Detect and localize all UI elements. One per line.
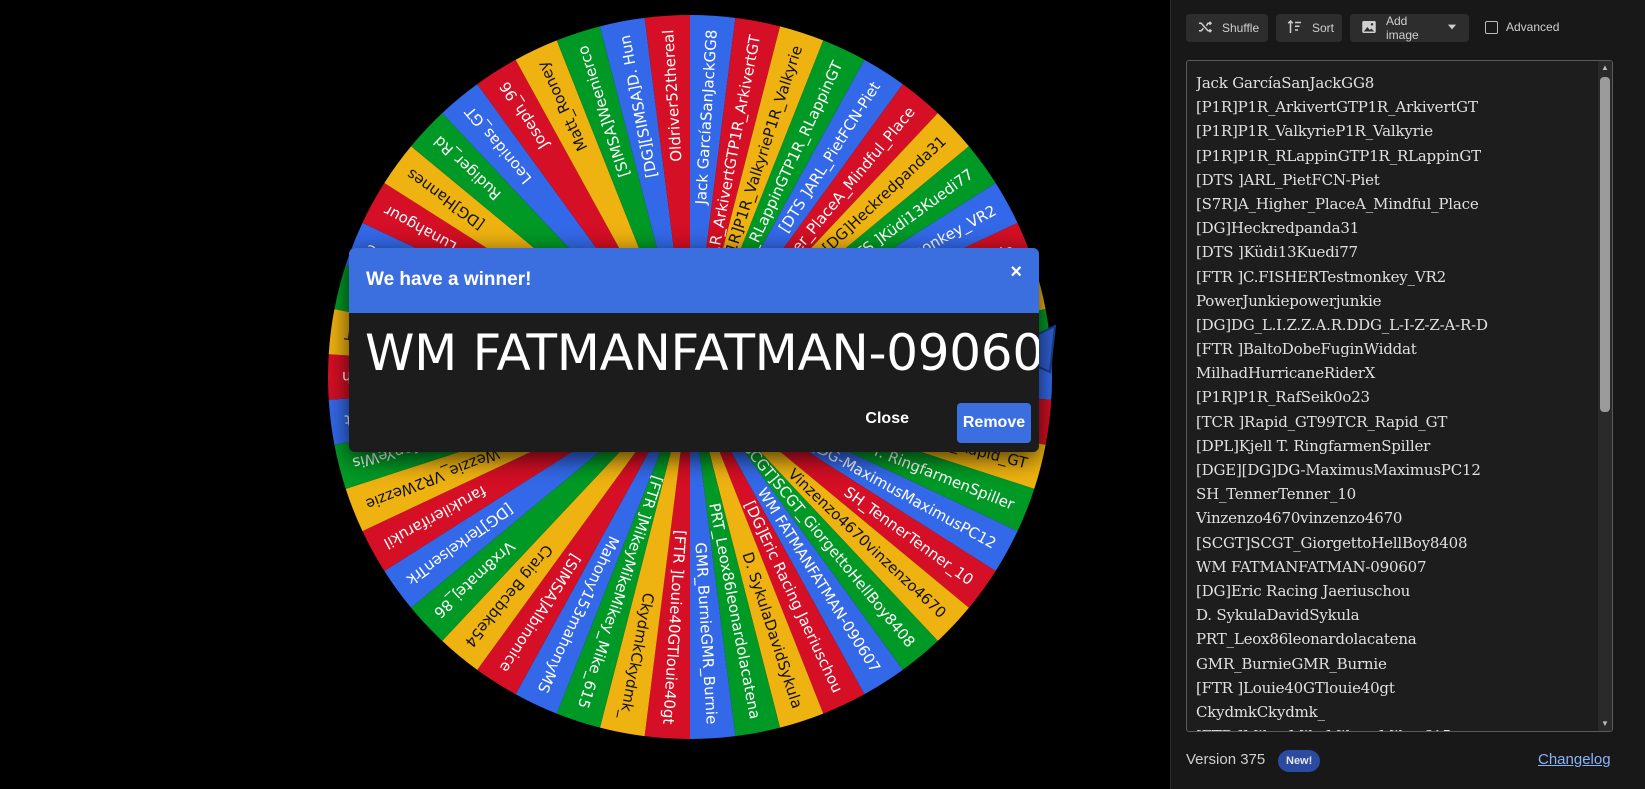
dialog-title: We have a winner!	[366, 269, 532, 290]
entry-item: GMR_BurnieGMR_Burnie	[1196, 654, 1387, 673]
entry-item: [P1R]P1R_ArkivertGTP1R_ArkivertGT	[1196, 98, 1478, 117]
entry-item: Vinzenzo4670vinzenzo4670	[1196, 509, 1403, 528]
dialog-header: We have a winner! ×	[349, 248, 1039, 313]
entry-item: PowerJunkiepowerjunkie	[1196, 291, 1382, 310]
entry-item: [DG]DG_L.I.Z.Z.A.R.DDG_L-I-Z-Z-A-R-D	[1196, 315, 1488, 334]
entry-item: PRT_Leox86leonardolacatena	[1196, 630, 1417, 649]
entry-item: [FTR ]MikeyMikeMikey_Mike_615	[1196, 724, 1588, 731]
entry-item: [TCR ]Rapid_GT99TCR_Rapid_GT	[1196, 412, 1448, 431]
advanced-checkbox[interactable]	[1485, 20, 1498, 34]
scroll-thumb[interactable]	[1600, 77, 1610, 412]
add-image-label: Add image	[1386, 14, 1419, 42]
scroll-down-icon[interactable]: ▼	[1598, 717, 1612, 731]
entries-list: Jack GarcíaSanJackGG8 [P1R]P1R_ArkivertGT…	[1196, 71, 1588, 731]
entry-item: [P1R]P1R_ValkyrieP1R_Valkyrie	[1196, 122, 1433, 141]
sort-icon	[1286, 18, 1304, 39]
entry-item: [FTR ]BaltoDobeFuginWiddat	[1196, 340, 1417, 359]
shuffle-label: Shuffle	[1222, 21, 1260, 35]
entry-item: CkydmkCkydmk_	[1196, 702, 1325, 721]
close-icon[interactable]: ×	[1010, 261, 1022, 284]
entry-item: WM FATMANFATMAN-090607	[1196, 557, 1427, 576]
entries-scrollbar[interactable]: ▲ ▼	[1598, 61, 1612, 731]
close-button[interactable]: Close	[853, 400, 921, 438]
chevron-down-icon	[1445, 20, 1459, 37]
add-image-button[interactable]: Add image	[1350, 14, 1469, 42]
shuffle-icon	[1196, 18, 1214, 39]
entries-textarea[interactable]: Jack GarcíaSanJackGG8 [P1R]P1R_ArkivertGT…	[1186, 60, 1613, 732]
image-icon	[1360, 18, 1378, 39]
entry-item: [FTR ]C.FISHERTestmonkey_VR2	[1196, 267, 1446, 286]
shuffle-button[interactable]: Shuffle	[1186, 14, 1268, 42]
entry-item: [DGE][DG]DG-MaximusMaximusPC12	[1196, 461, 1481, 479]
remove-button[interactable]: Remove	[957, 403, 1031, 443]
entry-item: Jack GarcíaSanJackGG8	[1196, 74, 1375, 92]
entry-item: [P1R]P1R_RLappinGTP1R_RLappinGT	[1196, 146, 1481, 165]
entry-item: [P1R]P1R_RafSeik0o23	[1196, 388, 1370, 407]
sort-label: Sort	[1312, 21, 1335, 35]
scroll-up-icon[interactable]: ▲	[1598, 61, 1612, 75]
entry-item: [DTS ]Küdi13Kuedi77	[1196, 243, 1358, 262]
entry-item: [SCGT]SCGT_GiorgettoHellBoy8408	[1196, 533, 1468, 552]
entry-item: [FTR ]Louie40GTlouie40gt	[1196, 678, 1395, 697]
advanced-label: Advanced	[1506, 20, 1560, 34]
changelog-link[interactable]: Changelog	[1538, 751, 1611, 768]
entry-item: [DPL]Kjell T. RingfarmenSpiller	[1196, 436, 1431, 455]
entry-item: [DG]Eric Racing Jaeriuschou	[1196, 581, 1411, 600]
entry-item: [S7R]A_Higher_PlaceA_Mindful_Place	[1196, 194, 1479, 213]
version-text: Version 375	[1186, 751, 1266, 768]
entry-item: D. SykulaDavidSykula	[1196, 606, 1360, 625]
entry-item: SH_TennerTenner_10	[1196, 485, 1357, 504]
new-badge: New!	[1278, 750, 1321, 772]
entry-item: [DTS ]ARL_PietFCN-Piet	[1196, 170, 1380, 189]
sort-button[interactable]: Sort	[1276, 14, 1342, 42]
winner-name: WM FATMANFATMAN-090607	[365, 324, 1039, 382]
entry-item: [DG]Heckredpanda31	[1196, 219, 1360, 238]
advanced-toggle[interactable]: Advanced	[1485, 20, 1559, 34]
winner-dialog: We have a winner! × WM FATMANFATMAN-0906…	[349, 248, 1039, 452]
entry-item: MilhadHurricaneRiderX	[1196, 364, 1376, 383]
